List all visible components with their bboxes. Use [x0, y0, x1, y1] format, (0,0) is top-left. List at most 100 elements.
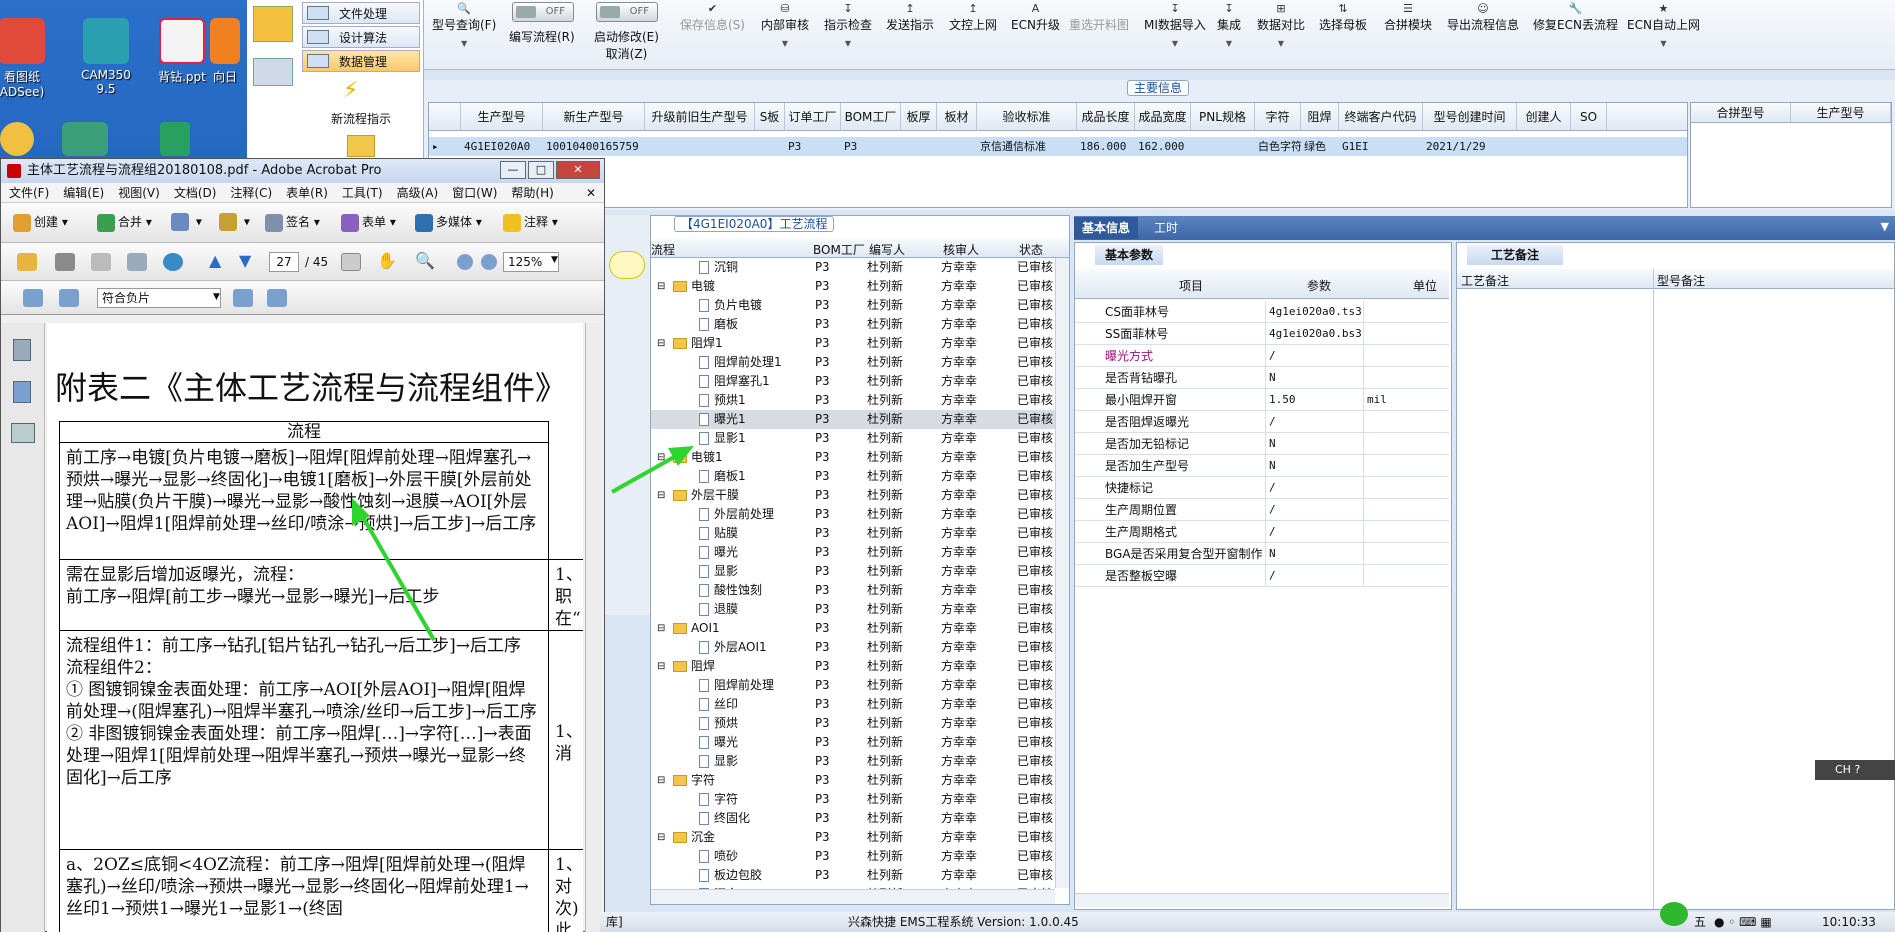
column-header[interactable]: 项目	[1179, 277, 1203, 294]
tree-row[interactable]: 曝光1 P3 杜列新 方幸幸 已审核	[651, 410, 1069, 429]
toolbar-doc-upload[interactable]: ↥ 文控上网	[949, 2, 997, 33]
toolbar-ecn-upgrade[interactable]: A ECN升级	[1011, 2, 1060, 33]
nav-design-algorithm[interactable]: 设计算法	[302, 26, 420, 48]
param-value[interactable]: N	[1269, 433, 1276, 455]
tab-basic-info[interactable]: 基本信息	[1074, 217, 1139, 239]
param-value[interactable]: /	[1269, 477, 1276, 499]
column-header[interactable]: 状态	[1019, 241, 1043, 258]
find-input[interactable]: 符合负片	[97, 288, 221, 308]
signatures-icon[interactable]	[11, 423, 35, 443]
vertical-scrollbar[interactable]	[1055, 258, 1069, 888]
column-header[interactable]: 型号创建时间	[1423, 103, 1517, 130]
tab-work-hours[interactable]: 工时	[1146, 217, 1186, 239]
toolbar-select-mother-board[interactable]: ⇅ 选择母板	[1319, 2, 1367, 33]
toolbar-integrate[interactable]: ↧ 集成 ▼	[1217, 2, 1241, 48]
find-next-icon[interactable]	[267, 289, 287, 307]
find-previous-icon[interactable]	[233, 289, 253, 307]
web-icon[interactable]	[163, 253, 183, 271]
toolbar-fix-ecn[interactable]: 🔧 修复ECN丢流程	[1533, 2, 1618, 33]
column-header[interactable]: 升级前旧生产型号	[645, 103, 755, 130]
horizontal-scrollbar[interactable]	[1075, 893, 1449, 907]
app-icon[interactable]	[160, 122, 190, 156]
tree-row[interactable]: 沉铜 P3 杜列新 方幸幸 已审核	[651, 258, 1069, 277]
param-row[interactable]: 曝光方式 /	[1075, 345, 1449, 367]
forms-button[interactable]: 表单 ▾	[341, 213, 396, 232]
column-header[interactable]: 阻焊	[1301, 103, 1339, 130]
email-icon[interactable]	[127, 253, 147, 271]
tree-row[interactable]: 磨板1 P3 杜列新 方幸幸 已审核	[651, 467, 1069, 486]
toolbar-merge-module[interactable]: ☰ 合拼模块	[1384, 2, 1432, 33]
collapse-icon[interactable]: ⊟	[657, 486, 665, 505]
column-header[interactable]: 创建人	[1517, 103, 1571, 130]
thumbnail-icon[interactable]	[23, 289, 43, 307]
column-header[interactable]: 合拼型号	[1691, 103, 1791, 122]
param-value[interactable]: N	[1269, 543, 1276, 565]
tree-row[interactable]: 预烘 P3 杜列新 方幸幸 已审核	[651, 714, 1069, 733]
next-page-icon[interactable]: ▼	[239, 251, 251, 270]
open-folder-icon[interactable]	[17, 253, 37, 271]
toolbar-data-compare[interactable]: ⊞ 数据对比 ▼	[1257, 2, 1305, 48]
column-header[interactable]: 成品长度	[1077, 103, 1135, 130]
collapse-icon[interactable]: ⊟	[657, 277, 665, 296]
notes-tab[interactable]: 工艺备注	[1467, 245, 1564, 265]
toolbar-start-edit[interactable]: 启动修改(E) 取消(Z)	[594, 28, 659, 62]
param-row[interactable]: 快捷标记 /	[1075, 477, 1449, 499]
tree-row[interactable]: 退膜 P3 杜列新 方幸幸 已审核	[651, 600, 1069, 619]
tree-row[interactable]: 酸性蚀刻 P3 杜列新 方幸幸 已审核	[651, 581, 1069, 600]
menu-comments[interactable]: 注释(C)	[230, 183, 272, 202]
param-row[interactable]: 生产周期位置 /	[1075, 499, 1449, 521]
param-value[interactable]: /	[1269, 565, 1276, 587]
column-header[interactable]: 验收标准	[977, 103, 1077, 130]
combine-button[interactable]: 合并 ▾	[97, 213, 152, 232]
previous-page-icon[interactable]: ▲	[209, 251, 221, 270]
tree-row[interactable]: 显影 P3 杜列新 方幸幸 已审核	[651, 562, 1069, 581]
column-header[interactable]: 生产型号	[1791, 103, 1891, 122]
tree-row[interactable]: 阻焊1 ⊟ P3 杜列新 方幸幸 已审核	[651, 334, 1069, 353]
tree-row[interactable]: 外层前处理 P3 杜列新 方幸幸 已审核	[651, 505, 1069, 524]
column-header[interactable]: 单位	[1413, 277, 1437, 294]
tree-row[interactable]: 电镀 ⊟ P3 杜列新 方幸幸 已审核	[651, 277, 1069, 296]
column-header[interactable]: BOM工厂	[813, 241, 865, 258]
tree-row[interactable]: 电镀1 ⊟ P3 杜列新 方幸幸 已审核	[651, 448, 1069, 467]
write-process-toggle[interactable]: OFF	[512, 2, 574, 22]
export-button[interactable]: ▾	[171, 213, 202, 231]
tree-row[interactable]: 显影 P3 杜列新 方幸幸 已审核	[651, 752, 1069, 771]
column-header[interactable]: 生产型号	[461, 103, 543, 130]
tree-row[interactable]: 显影1 P3 杜列新 方幸幸 已审核	[651, 429, 1069, 448]
param-value[interactable]: /	[1269, 345, 1276, 367]
zoom-out-icon[interactable]	[457, 254, 473, 270]
tree-row[interactable]: 丝印 P3 杜列新 方幸幸 已审核	[651, 695, 1069, 714]
print-icon[interactable]	[55, 253, 75, 271]
param-value[interactable]: 4g1ei020a0.bs3	[1269, 323, 1362, 345]
tree-row[interactable]: 阻焊前处理 P3 杜列新 方幸幸 已审核	[651, 676, 1069, 695]
collapse-icon[interactable]: ⊟	[657, 448, 665, 467]
toolbar-save-info[interactable]: ✔ 保存信息(S)	[680, 2, 745, 33]
tree-row[interactable]: 沉金 ⊟ P3 杜列新 方幸幸 已审核	[651, 828, 1069, 847]
menu-view[interactable]: 视图(V)	[118, 183, 160, 202]
column-header[interactable]: 成品宽度	[1135, 103, 1191, 130]
param-row[interactable]: 是否背钻曝孔 N	[1075, 367, 1449, 389]
menu-help[interactable]: 帮助(H)	[511, 183, 553, 202]
pdf-scrollbar[interactable]	[585, 323, 601, 932]
tree-row[interactable]: 阻焊前处理1 P3 杜列新 方幸幸 已审核	[651, 353, 1069, 372]
menu-tools[interactable]: 工具(T)	[342, 183, 383, 202]
save-icon[interactable]	[91, 253, 111, 271]
param-row[interactable]: CS面菲林号 4g1ei020a0.ts3	[1075, 301, 1449, 323]
collapse-icon[interactable]: ⊟	[657, 828, 665, 847]
menu-edit[interactable]: 编辑(E)	[63, 183, 104, 202]
tree-row[interactable]: 预烘1 P3 杜列新 方幸幸 已审核	[651, 391, 1069, 410]
collapse-icon[interactable]: ⊟	[657, 619, 665, 638]
param-row[interactable]: 最小阻焊开窗 1.50 mil	[1075, 389, 1449, 411]
nav-data-management[interactable]: 数据管理	[302, 50, 420, 72]
toolbar-ecn-auto-upload[interactable]: ★ ECN自动上网 ▼	[1627, 2, 1700, 48]
basic-params-tab[interactable]: 基本参数	[1095, 245, 1164, 265]
ime-icons[interactable]: ● ◦ ⌨ ▦	[1714, 912, 1772, 932]
toolbar-mi-import[interactable]: ↧ MI数据导入 ▼	[1144, 2, 1206, 48]
sogou-ime-icon[interactable]	[1660, 902, 1688, 926]
comment-bubble-icon[interactable]	[609, 251, 645, 279]
param-value[interactable]: /	[1269, 521, 1276, 543]
zoom-tool-icon[interactable]: 🔍	[415, 251, 435, 270]
column-header[interactable]: 编写人	[869, 241, 905, 258]
column-header[interactable]: 流程	[651, 241, 801, 258]
start-edit-toggle[interactable]: OFF	[596, 2, 658, 22]
